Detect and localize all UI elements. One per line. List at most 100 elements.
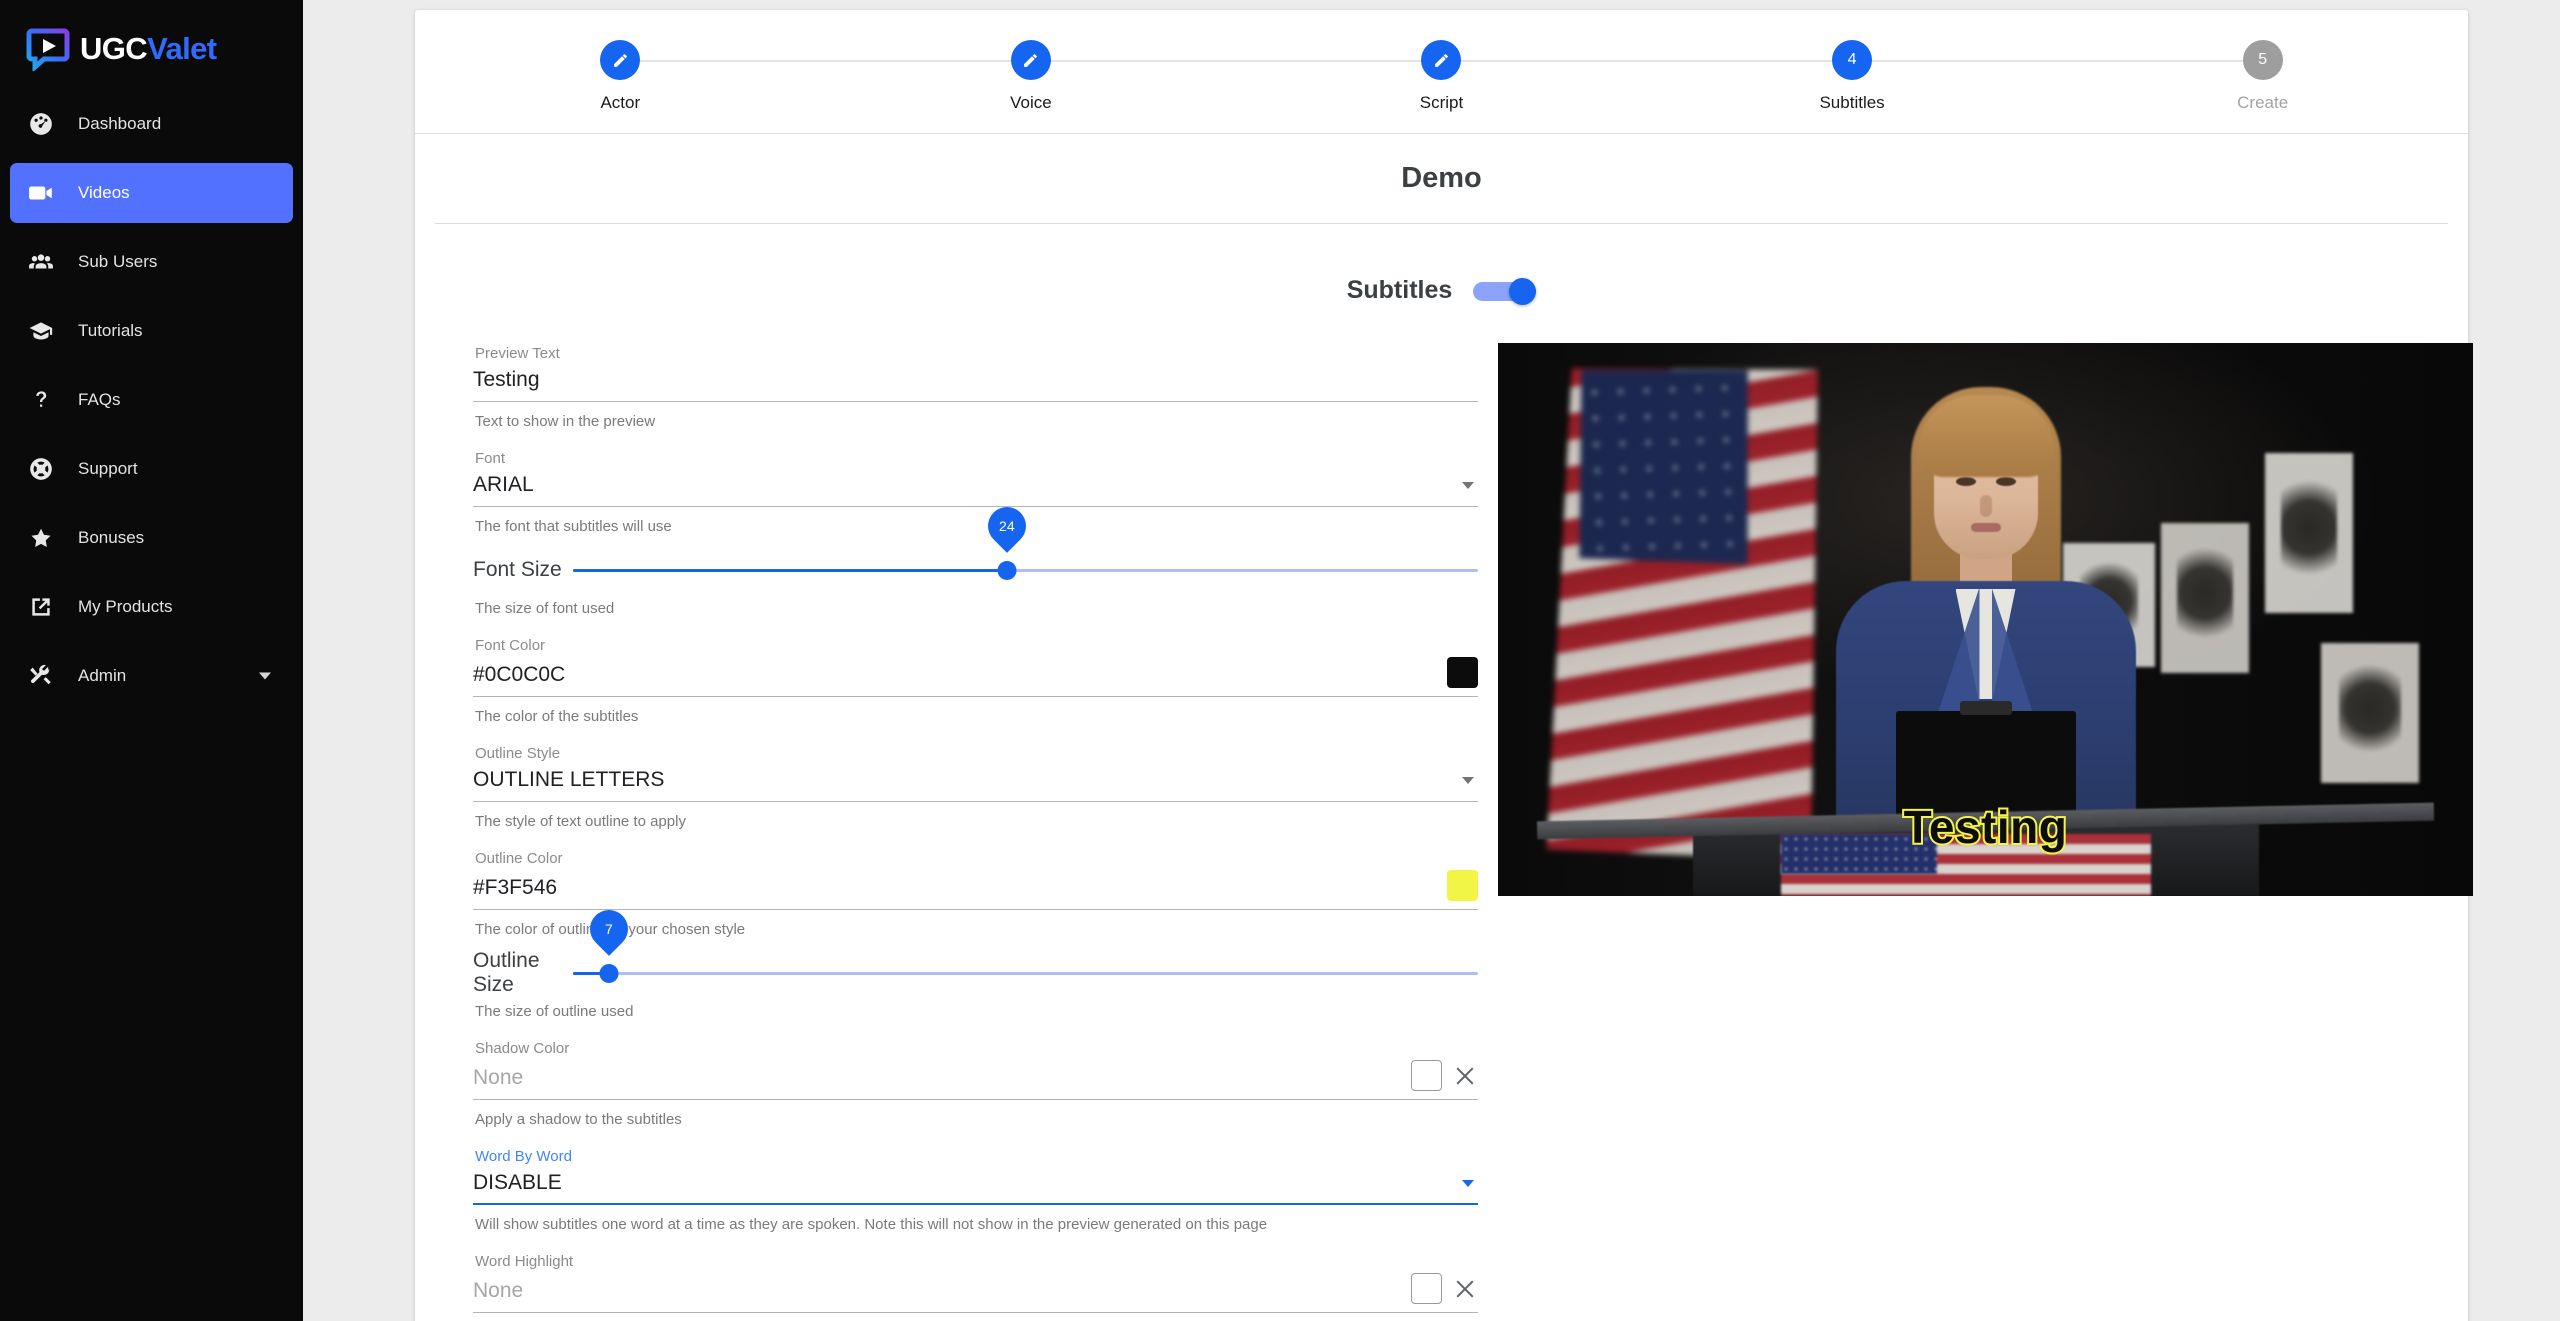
sidebar-item-videos[interactable]: Videos <box>10 163 293 223</box>
field-shadow-color: Shadow Color None Apply a shadow to the … <box>473 1038 1478 1144</box>
field-value[interactable]: None <box>473 1063 1401 1093</box>
lifebuoy-icon <box>26 454 56 484</box>
word-by-word-select[interactable]: DISABLE <box>473 1168 1478 1205</box>
field-value[interactable]: #0C0C0C <box>473 660 1437 690</box>
field-label: Shadow Color <box>475 1040 570 1057</box>
step-label: Create <box>2237 93 2289 112</box>
step-script[interactable]: Script <box>1030 40 1853 113</box>
flag-canton <box>1573 364 1755 570</box>
step-actor[interactable]: Actor <box>415 40 1031 113</box>
subtitles-toggle-row: Subtitles <box>435 276 2448 305</box>
sidebar-item-label: My Products <box>78 597 173 616</box>
page-title: Demo <box>1401 162 1482 194</box>
chevron-down-icon[interactable] <box>1462 777 1474 784</box>
field-word-by-word: Word By Word DISABLE Will show subtitles… <box>473 1146 1478 1249</box>
field-font-color: Font Color #0C0C0C The color of the subt… <box>473 635 1478 741</box>
field-preview-text: Preview Text Testing Text to show in the… <box>473 343 1478 446</box>
outline-style-select[interactable]: OUTLINE LETTERS <box>473 765 1478 802</box>
step-subtitles[interactable]: 4 Subtitles <box>1441 40 2263 113</box>
field-label: Outline Size <box>473 949 540 996</box>
field-hint: The font that subtitles will use <box>475 518 672 535</box>
chevron-down-icon[interactable] <box>1462 482 1474 489</box>
step-badge-actor[interactable] <box>600 40 641 80</box>
slider-thumb[interactable] <box>997 560 1017 580</box>
field-hint: The style of text outline to apply <box>475 813 686 830</box>
word-highlight-input[interactable]: None <box>473 1273 1478 1313</box>
font-size-slider[interactable]: 24 <box>573 499 1478 587</box>
brand-logo[interactable]: UGCValet <box>0 18 303 80</box>
video-preview[interactable]: Testing <box>1498 343 2473 896</box>
subtitles-toggle[interactable] <box>1473 277 1537 305</box>
sidebar-item-tutorials[interactable]: Tutorials <box>10 301 293 361</box>
step-voice[interactable]: Voice <box>620 40 1442 113</box>
sidebar-item-label: FAQs <box>78 390 121 409</box>
field-label: Outline Style <box>475 745 561 762</box>
field-hint: Text to show in the preview <box>475 413 656 430</box>
outline-color-input[interactable]: #F3F546 <box>473 870 1478 910</box>
poster <box>2161 523 2249 673</box>
editor-columns: Preview Text Testing Text to show in the… <box>435 343 2473 1321</box>
field-font-size: Font Size 24 The size of font used <box>473 499 1478 633</box>
field-label: Font Color <box>475 637 546 654</box>
field-label: Font <box>475 450 506 467</box>
graduation-cap-icon <box>26 316 56 346</box>
brand-name: UGCValet <box>80 31 217 67</box>
shadow-color-input[interactable]: None <box>473 1060 1478 1100</box>
sidebar-item-faqs[interactable]: FAQs <box>10 370 293 430</box>
wizard-stepper: Actor Voice Script 4 Subtitles 5 Create <box>415 10 2468 134</box>
step-label: Voice <box>1010 93 1052 112</box>
field-value: ARIAL <box>473 473 534 496</box>
step-label: Actor <box>600 93 641 112</box>
chevron-down-icon[interactable] <box>259 672 271 680</box>
font-color-input[interactable]: #0C0C0C <box>473 657 1478 697</box>
eye <box>1955 477 1976 486</box>
sidebar-item-my-products[interactable]: My Products <box>10 577 293 637</box>
edit-icon <box>1024 53 1038 67</box>
field-hint: The color of the subtitles <box>475 708 639 725</box>
field-value[interactable]: None <box>473 1276 1401 1306</box>
field-hint: The size of font used <box>475 600 615 617</box>
edit-icon <box>613 53 627 67</box>
sidebar-item-support[interactable]: Support <box>10 439 293 499</box>
page-title-bar: Demo <box>435 134 2448 224</box>
sidebar-item-dashboard[interactable]: Dashboard <box>10 94 293 154</box>
videocam-icon <box>26 178 56 208</box>
slider-thumb[interactable] <box>599 963 619 983</box>
sidebar: UGCValet Dashboard Videos Sub Users Tuto… <box>0 0 303 1321</box>
field-label: Word Highlight <box>475 1253 574 1270</box>
brand-name-primary: UGC <box>80 31 148 66</box>
step-connector <box>620 60 826 62</box>
field-word-highlight: Word Highlight None Will set the word be… <box>473 1251 1478 1321</box>
sidebar-item-bonuses[interactable]: Bonuses <box>10 508 293 568</box>
sidebar-item-label: Dashboard <box>78 114 162 133</box>
slider-rail <box>573 971 1478 975</box>
field-value[interactable]: Testing <box>473 365 1478 395</box>
color-swatch[interactable] <box>1447 870 1478 901</box>
field-value[interactable]: #F3F546 <box>473 873 1437 903</box>
slider-fill <box>573 568 1008 572</box>
close-x-icon[interactable] <box>1452 1276 1478 1302</box>
step-create[interactable]: 5 Create <box>1852 40 2468 113</box>
outline-size-slider[interactable]: 7 <box>573 902 1478 990</box>
preview-text-input[interactable]: Testing <box>473 365 1478 402</box>
chevron-down-icon[interactable] <box>1462 1180 1474 1187</box>
outline-size-slider-row: Outline Size 7 <box>473 902 1478 996</box>
slider-value: 24 <box>999 518 1016 535</box>
sidebar-item-sub-users[interactable]: Sub Users <box>10 232 293 292</box>
step-badge-voice[interactable] <box>1010 40 1051 80</box>
field-hint: Apply a shadow to the subtitles <box>475 1111 682 1128</box>
sidebar-item-label: Support <box>78 459 138 478</box>
font-select[interactable]: ARIAL <box>473 470 1478 507</box>
brand-name-secondary: Valet <box>147 31 217 66</box>
step-badge-script[interactable] <box>1421 40 1462 80</box>
sidebar-item-admin[interactable]: Admin <box>10 646 293 706</box>
step-badge-subtitles[interactable]: 4 <box>1832 40 1873 80</box>
color-swatch[interactable] <box>1411 1060 1442 1091</box>
wizard-card: Actor Voice Script 4 Subtitles 5 Create … <box>415 10 2473 1321</box>
step-badge-create[interactable]: 5 <box>2242 40 2283 80</box>
people-icon <box>26 247 56 277</box>
color-swatch[interactable] <box>1411 1273 1442 1304</box>
font-size-slider-row: Font Size 24 <box>473 499 1478 587</box>
close-x-icon[interactable] <box>1452 1063 1478 1089</box>
color-swatch[interactable] <box>1447 657 1478 688</box>
